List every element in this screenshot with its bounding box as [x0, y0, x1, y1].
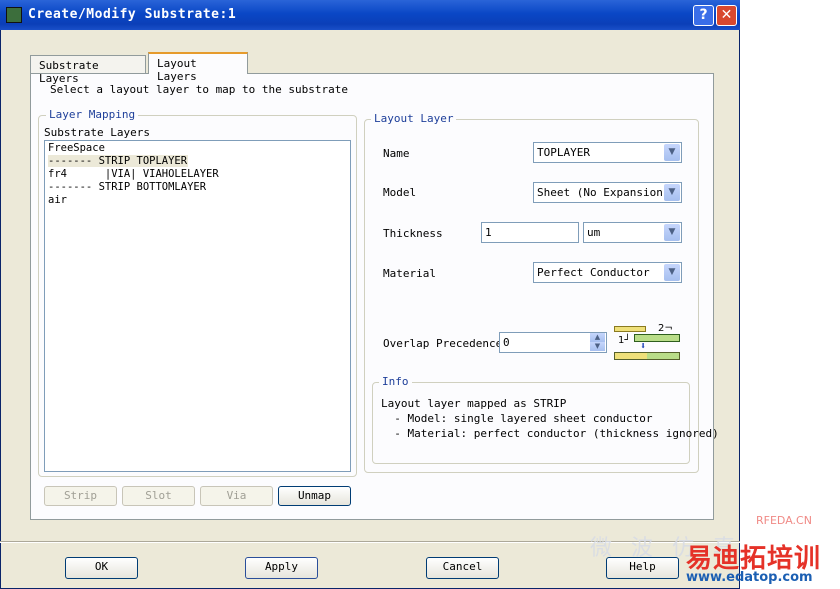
info-line: Layout layer mapped as STRIP [381, 397, 567, 410]
substrate-layers-list[interactable]: FreeSpace ------- STRIP TOPLAYER fr4 |VI… [44, 140, 351, 472]
list-item[interactable]: fr4 |VIA| VIAHOLELAYER [48, 168, 219, 180]
overlap-value: 0 [503, 336, 510, 349]
info-line: - Material: perfect conductor (thickness… [381, 427, 719, 440]
material-value: Perfect Conductor [537, 266, 650, 279]
material-dropdown[interactable]: Perfect Conductor ▼ [533, 262, 682, 283]
instruction-text: Select a layout layer to map to the subs… [50, 83, 349, 96]
name-value: TOPLAYER [537, 146, 590, 159]
thickness-unit-value: um [587, 226, 601, 239]
name-dropdown[interactable]: TOPLAYER ▼ [533, 142, 682, 163]
app-icon [6, 7, 22, 23]
list-item[interactable]: FreeSpace [48, 142, 105, 154]
slot-button[interactable]: Slot [122, 486, 195, 506]
list-item[interactable]: ------- STRIP BOTTOMLAYER [48, 181, 206, 193]
model-dropdown[interactable]: Sheet (No Expansion) ▼ [533, 182, 682, 203]
strip-button[interactable]: Strip [44, 486, 117, 506]
chevron-down-icon[interactable]: ▼ [664, 264, 680, 281]
via-button[interactable]: Via [200, 486, 273, 506]
material-label: Material [383, 267, 436, 280]
info-line: - Model: single layered sheet conductor [381, 412, 653, 425]
cancel-button[interactable]: Cancel [426, 557, 499, 579]
watermark-site-tag: RFEDA.CN [756, 514, 812, 527]
close-icon[interactable]: ✕ [716, 5, 737, 26]
help-title-button[interactable]: ? [693, 5, 714, 26]
watermark-url: www.edatop.com [686, 570, 813, 585]
unmap-button[interactable]: Unmap [278, 486, 351, 506]
model-value: Sheet (No Expansion) [537, 186, 670, 199]
substrate-layers-label: Substrate Layers [44, 126, 150, 139]
layer-1-top-bar [614, 326, 646, 332]
arrow-down-icon: ⬇ [640, 341, 647, 352]
merged-layer-bar [614, 352, 680, 360]
overlap-label: Overlap Precedence [383, 337, 503, 350]
tab-substrate-layers[interactable]: Substrate Layers [30, 55, 146, 85]
overlap-label-1: 1┘ [618, 335, 631, 346]
apply-button[interactable]: Apply [245, 557, 318, 579]
info-label: Info [379, 375, 412, 388]
list-item-selected[interactable]: ------- STRIP TOPLAYER [48, 155, 188, 167]
overlap-label-2: 2¬ [658, 323, 673, 334]
chevron-down-icon[interactable]: ▼ [664, 184, 680, 201]
spin-down-icon[interactable]: ▼ [590, 342, 605, 351]
layer-mapping-label: Layer Mapping [46, 108, 139, 121]
list-item[interactable]: air [48, 194, 67, 206]
spin-up-icon[interactable]: ▲ [590, 333, 605, 342]
name-label: Name [383, 147, 410, 160]
layout-layer-label: Layout Layer [371, 112, 457, 125]
model-label: Model [383, 186, 417, 199]
thickness-label: Thickness [383, 227, 443, 240]
thickness-unit-dropdown[interactable]: um ▼ [583, 222, 682, 243]
chevron-down-icon[interactable]: ▼ [664, 224, 680, 241]
thickness-input[interactable]: 1 [481, 222, 579, 243]
title-bar[interactable]: Create/Modify Substrate:1 ? ✕ [0, 0, 740, 30]
overlap-diagram-icon: 2¬ 1┘ ⬇ [614, 323, 680, 362]
chevron-down-icon[interactable]: ▼ [664, 144, 680, 161]
overlap-spinner[interactable]: 0 ▲ ▼ [499, 332, 607, 353]
tab-layout-layers[interactable]: Layout Layers [148, 52, 248, 83]
window-title: Create/Modify Substrate:1 [28, 7, 237, 22]
ok-button[interactable]: OK [65, 557, 138, 579]
